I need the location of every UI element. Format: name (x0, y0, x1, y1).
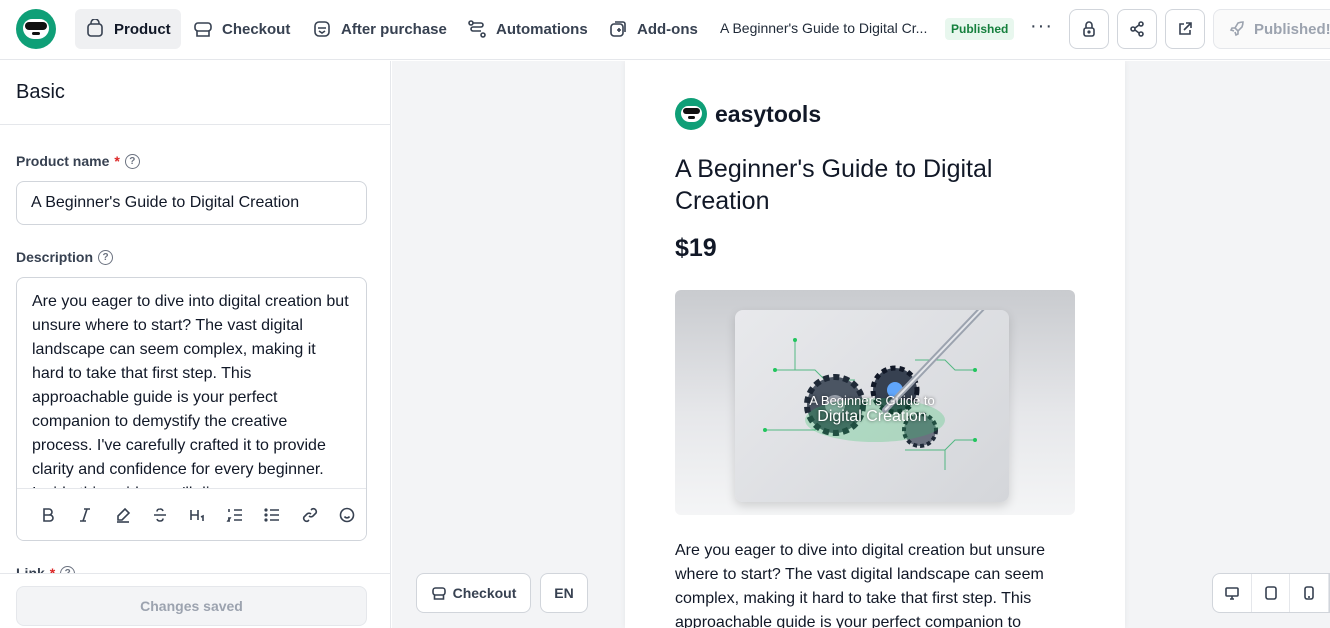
bullet-list-icon[interactable] (254, 497, 291, 533)
external-link-icon (1179, 22, 1192, 35)
tab-checkout-label: Checkout (222, 20, 291, 38)
share-button[interactable] (1117, 9, 1157, 49)
package-icon (314, 21, 330, 37)
description-text[interactable]: Are you eager to dive into digital creat… (17, 278, 366, 488)
tab-product-label: Product (114, 20, 171, 38)
tab-product[interactable]: Product (75, 9, 181, 49)
tab-after-purchase-label: After purchase (341, 20, 447, 38)
description-editor[interactable]: Are you eager to dive into digital creat… (16, 277, 367, 541)
cart-icon (431, 587, 446, 600)
tab-add-ons[interactable]: Add-ons (598, 9, 708, 49)
product-name-label-text: Product name (16, 153, 110, 169)
lock-icon (1083, 21, 1095, 37)
cover-title-line2: Digital Creation (817, 408, 927, 425)
tablet-icon (1264, 586, 1277, 600)
link-icon[interactable] (291, 497, 328, 533)
breadcrumb: A Beginner's Guide to Digital Cr... (720, 20, 928, 36)
help-icon[interactable]: ? (124, 153, 140, 169)
product-price: $19 (675, 234, 717, 262)
mobile-icon (1304, 586, 1314, 600)
strikethrough-icon[interactable] (141, 497, 178, 533)
published-button-label: Published! (1254, 20, 1330, 38)
section-title: Basic (0, 61, 390, 125)
language-selector[interactable]: EN (540, 573, 588, 613)
status-badge: Published (945, 18, 1015, 40)
preview-brand: easytools (675, 98, 821, 130)
description-label: Description ? (16, 249, 114, 265)
product-title: A Beginner's Guide to Digital Creation (675, 155, 993, 215)
ordered-list-icon[interactable] (216, 497, 253, 533)
tab-automations[interactable]: Automations (457, 9, 598, 49)
top-bar: Product Checkout After purchase Automati… (0, 0, 1330, 60)
flow-icon (468, 20, 486, 38)
cover-title: A Beginner's Guide to Digital Creation (735, 393, 1009, 425)
tab-after-purchase[interactable]: After purchase (302, 9, 457, 49)
checkout-preview-button[interactable]: Checkout (416, 573, 531, 613)
checkout-preview-label: Checkout (452, 585, 517, 601)
heading-icon[interactable] (179, 497, 216, 533)
brand-logo-icon[interactable] (16, 9, 56, 49)
addon-icon (610, 21, 626, 37)
product-settings-sidebar: Basic Product name * ? A Beginner's Guid… (0, 61, 391, 628)
tab-automations-label: Automations (496, 20, 588, 38)
cover-title-line1: A Beginner's Guide to (809, 393, 935, 408)
brand-name: easytools (715, 100, 822, 127)
tab-checkout[interactable]: Checkout (183, 9, 300, 49)
save-bar: Changes saved (0, 573, 390, 628)
mobile-view-button[interactable] (1290, 574, 1330, 612)
product-name-label: Product name * ? (16, 153, 140, 169)
description-label-text: Description (16, 249, 94, 265)
tablet-view-button[interactable] (1252, 574, 1291, 612)
preview-description: Are you eager to dive into digital creat… (675, 542, 1046, 628)
store-icon (87, 19, 103, 37)
desktop-icon (1225, 587, 1239, 600)
editor-toolbar (17, 488, 366, 540)
emoji-icon[interactable] (329, 497, 366, 533)
changes-saved-button[interactable]: Changes saved (16, 586, 367, 626)
desktop-view-button[interactable] (1213, 574, 1252, 612)
lock-button[interactable] (1069, 9, 1109, 49)
product-name-input[interactable]: A Beginner's Guide to Digital Creation (16, 181, 367, 225)
preview-card: easytools A Beginner's Guide to Digital … (625, 61, 1125, 628)
help-icon[interactable]: ? (98, 249, 114, 265)
bold-icon[interactable] (29, 497, 66, 533)
share-icon (1130, 21, 1144, 37)
open-external-button[interactable] (1165, 9, 1205, 49)
published-button[interactable]: Published! (1213, 9, 1330, 49)
rocket-icon (1229, 21, 1244, 37)
cart-icon (194, 22, 212, 37)
product-cover-image: A Beginner's Guide to Digital Creation (675, 290, 1075, 515)
required-mark: * (114, 153, 120, 169)
product-preview: easytools A Beginner's Guide to Digital … (392, 61, 1330, 628)
device-switcher (1212, 573, 1330, 613)
highlight-icon[interactable] (104, 497, 141, 533)
tab-add-ons-label: Add-ons (637, 20, 698, 38)
italic-icon[interactable] (66, 497, 103, 533)
brand-logo-icon (675, 98, 707, 130)
more-options-icon[interactable]: ··· (1030, 16, 1053, 36)
